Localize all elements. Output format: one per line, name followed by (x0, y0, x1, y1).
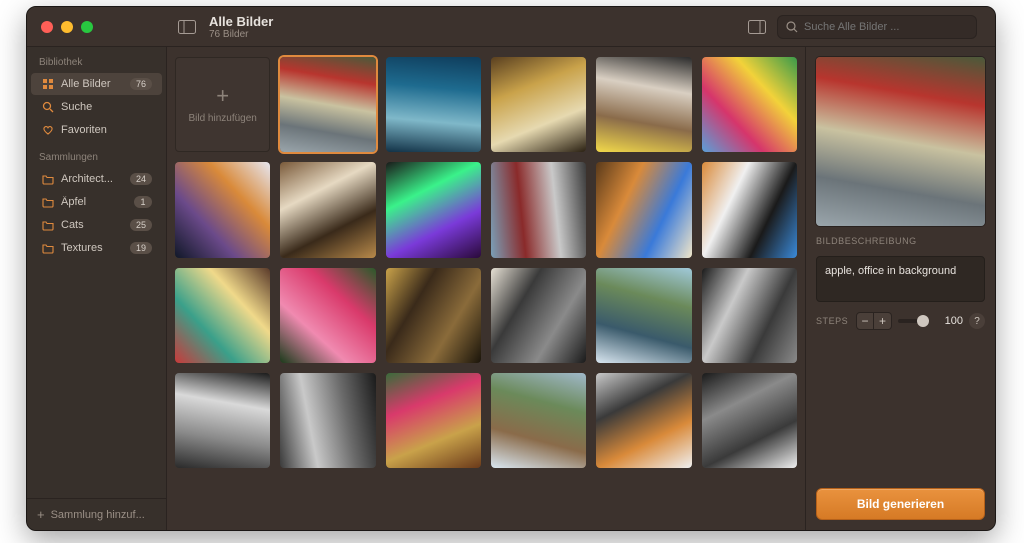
sidebar-item-count: 1 (134, 196, 152, 208)
folder-icon (41, 172, 55, 186)
sidebar-collection-architect-[interactable]: Architect... 24 (31, 168, 162, 190)
titlebar: Alle Bilder 76 Bilder (27, 7, 995, 47)
image-thumbnail[interactable] (280, 162, 375, 257)
image-thumbnail[interactable] (596, 268, 691, 363)
sidebar-collection-textures[interactable]: Textures 19 (31, 237, 162, 259)
sidebar-item-label: Textures (61, 242, 124, 254)
zoom-window-button[interactable] (81, 21, 93, 33)
sidebar-section-library: Bibliothek (27, 47, 166, 72)
inspector-panel: BILDBESCHREIBUNG apple, office in backgr… (805, 47, 995, 530)
close-window-button[interactable] (41, 21, 53, 33)
image-thumbnail[interactable] (175, 162, 270, 257)
image-thumbnail[interactable] (491, 162, 586, 257)
image-thumbnail[interactable] (280, 268, 375, 363)
sidebar-item-label: Äpfel (61, 196, 128, 208)
steps-value: 100 (935, 315, 963, 327)
plus-icon: + (216, 85, 229, 107)
page-title: Alle Bilder (209, 14, 273, 29)
plus-icon: + (37, 507, 45, 522)
sidebar-item-label: Alle Bilder (61, 78, 124, 90)
sidebar-item-label: Suche (61, 101, 152, 113)
sidebar-collection--pfel[interactable]: Äpfel 1 (31, 191, 162, 213)
steps-help-button[interactable]: ? (969, 313, 985, 329)
image-thumbnail[interactable] (702, 162, 797, 257)
heart-icon (41, 123, 55, 137)
sidebar-item-label: Cats (61, 219, 124, 231)
folder-icon (41, 195, 55, 209)
image-thumbnail[interactable] (702, 268, 797, 363)
image-grid: + Bild hinzufügen (175, 57, 797, 468)
steps-decrement-button[interactable]: − (856, 312, 874, 330)
main-area: + Bild hinzufügen BILDBESCHREIBUNG apple,… (167, 47, 995, 530)
sidebar-item-count: 76 (130, 78, 152, 90)
app-window: Alle Bilder 76 Bilder Bibliothek Alle Bi… (26, 6, 996, 531)
sidebar-item-count: 19 (130, 242, 152, 254)
sidebar-item-label: Architect... (61, 173, 124, 185)
toggle-inspector-button[interactable] (745, 15, 769, 39)
image-thumbnail[interactable] (175, 373, 270, 468)
search-icon (41, 100, 55, 114)
steps-slider[interactable] (898, 319, 929, 323)
steps-section-label: STEPS (816, 316, 850, 326)
image-thumbnail[interactable] (280, 373, 375, 468)
sidebar-item-suche[interactable]: Suche (31, 96, 162, 118)
grid-icon (41, 77, 55, 91)
sidebar: Bibliothek Alle Bilder 76 Suche Favoriten S… (27, 47, 167, 530)
image-thumbnail[interactable] (386, 162, 481, 257)
steps-stepper: − + (856, 312, 892, 330)
image-thumbnail[interactable] (386, 373, 481, 468)
image-thumbnail[interactable] (491, 57, 586, 152)
add-collection-button[interactable]: + Sammlung hinzuf... (27, 498, 166, 530)
window-controls (27, 21, 167, 33)
image-thumbnail[interactable] (386, 268, 481, 363)
image-thumbnail[interactable] (491, 268, 586, 363)
image-thumbnail[interactable] (596, 162, 691, 257)
sidebar-item-label: Favoriten (61, 124, 152, 136)
image-thumbnail[interactable] (280, 57, 375, 152)
steps-increment-button[interactable]: + (874, 312, 892, 330)
image-thumbnail[interactable] (386, 57, 481, 152)
selected-image-preview[interactable] (816, 57, 985, 226)
folder-icon (41, 241, 55, 255)
description-input[interactable]: apple, office in background (816, 256, 985, 302)
image-thumbnail[interactable] (702, 57, 797, 152)
description-section-label: BILDBESCHREIBUNG (816, 236, 985, 246)
image-grid-scroll[interactable]: + Bild hinzufügen (167, 47, 805, 530)
image-thumbnail[interactable] (596, 373, 691, 468)
sidebar-item-favoriten[interactable]: Favoriten (31, 119, 162, 141)
image-thumbnail[interactable] (702, 373, 797, 468)
minimize-window-button[interactable] (61, 21, 73, 33)
generate-button[interactable]: Bild generieren (816, 488, 985, 520)
sidebar-collection-cats[interactable]: Cats 25 (31, 214, 162, 236)
sidebar-item-alle-bilder[interactable]: Alle Bilder 76 (31, 73, 162, 95)
sidebar-item-count: 25 (130, 219, 152, 231)
image-thumbnail[interactable] (175, 268, 270, 363)
add-image-tile[interactable]: + Bild hinzufügen (175, 57, 270, 152)
folder-icon (41, 218, 55, 232)
search-input[interactable] (804, 21, 968, 33)
page-subtitle: 76 Bilder (209, 29, 273, 40)
search-icon (786, 21, 798, 33)
image-thumbnail[interactable] (491, 373, 586, 468)
title-block: Alle Bilder 76 Bilder (199, 14, 273, 40)
toggle-sidebar-button[interactable] (175, 15, 199, 39)
sidebar-section-collections: Sammlungen (27, 142, 166, 167)
image-thumbnail[interactable] (596, 57, 691, 152)
add-image-label: Bild hinzufügen (188, 113, 256, 124)
search-field[interactable] (777, 15, 977, 39)
sidebar-item-count: 24 (130, 173, 152, 185)
add-collection-label: Sammlung hinzuf... (51, 509, 145, 521)
